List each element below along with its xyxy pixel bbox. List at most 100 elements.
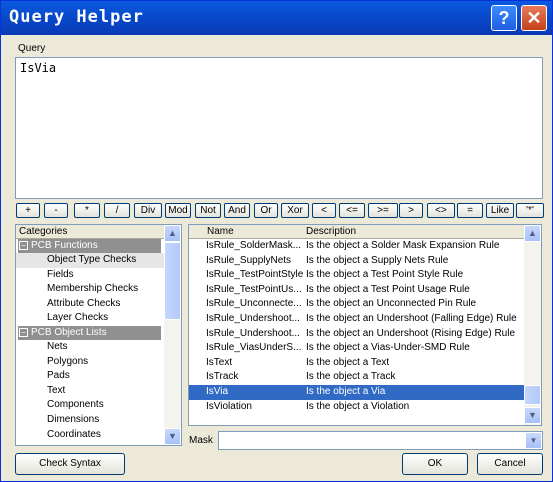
collapse-icon[interactable]: − <box>19 240 28 250</box>
category-item[interactable]: Polygons <box>16 355 181 370</box>
function-name: IsRule_TestPointUs... <box>206 283 302 295</box>
functions-list-header: Name Description <box>189 225 541 239</box>
operator-button[interactable]: >= <box>368 203 398 218</box>
function-name: IsRule_SupplyNets <box>206 254 292 266</box>
scroll-down-icon[interactable]: ▼ <box>164 428 181 445</box>
functions-list-panel: Name Description IsRule_SolderMask... Is … <box>188 224 542 426</box>
function-name: IsRule_Undershoot... <box>206 312 300 324</box>
chevron-down-icon[interactable]: ▼ <box>526 433 541 448</box>
function-description: Is the object a Test Point Style Rule <box>306 269 464 281</box>
function-description: Is the object a Text <box>306 356 390 368</box>
function-name: IsRule_Undershoot... <box>206 327 300 339</box>
category-group-label: PCB Functions <box>31 240 98 251</box>
operator-button[interactable]: Xor <box>281 203 309 218</box>
title-bar[interactable]: Query Helper ? ✕ <box>1 1 552 35</box>
operator-button[interactable]: And <box>224 203 250 218</box>
operator-button[interactable]: < <box>312 203 336 218</box>
categories-tree: − PCB Functions Object Type Checks Fields Me… <box>16 239 181 442</box>
operator-button[interactable]: = <box>457 203 483 218</box>
function-description: Is the object an Undershoot (Rising Edge… <box>306 327 516 339</box>
category-item[interactable]: Dimensions <box>16 413 181 428</box>
mask-label: Mask <box>189 435 213 446</box>
function-description: Is the object a Violation <box>306 400 410 412</box>
category-item[interactable]: Nets <box>16 340 181 355</box>
operator-button[interactable]: Or <box>254 203 278 218</box>
check-syntax-button[interactable]: Check Syntax <box>15 453 125 475</box>
function-description: Is the object a Track <box>306 371 396 383</box>
operator-button[interactable]: Mod <box>165 203 191 218</box>
function-name: IsRule_TestPointStyle <box>206 269 304 281</box>
category-item[interactable]: Coordinates <box>16 428 181 443</box>
window-title: Query Helper <box>9 7 144 27</box>
function-row[interactable]: IsRule_TestPointStyle Is the object a Tes… <box>189 268 541 283</box>
operator-button[interactable]: <> <box>427 203 455 218</box>
operator-button[interactable]: / <box>104 203 130 218</box>
categories-panel: Categories − PCB Functions Object Type Che… <box>15 224 182 446</box>
function-description: Is the object a Vias-Under-SMD Rule <box>306 342 470 354</box>
function-name: IsRule_Unconnecte... <box>206 298 302 310</box>
function-name: IsVia <box>206 385 229 397</box>
function-description: Is the object an Undershoot (Falling Edg… <box>306 312 517 324</box>
close-button[interactable]: ✕ <box>521 5 547 31</box>
function-row[interactable]: IsViolation Is the object a Violation <box>189 400 541 415</box>
function-description: Is the object a Via <box>306 385 386 397</box>
category-item[interactable]: Components <box>16 398 181 413</box>
function-name: IsTrack <box>206 371 239 383</box>
operator-button[interactable]: + <box>16 203 40 218</box>
function-description: Is the object an Unconnected Pin Rule <box>306 298 477 310</box>
category-group[interactable]: − PCB Object Lists <box>18 325 161 340</box>
function-name: IsRule_ViasUnderS... <box>206 342 302 354</box>
scroll-up-icon[interactable]: ▲ <box>164 225 181 242</box>
function-row[interactable]: IsRule_SolderMask... Is the object a Sold… <box>189 239 541 254</box>
operator-button[interactable]: Not <box>195 203 221 218</box>
category-item[interactable]: Membership Checks <box>16 282 181 297</box>
query-helper-window: Query Helper ? ✕ Query IsVia + - * / Div Mod N… <box>0 0 553 482</box>
function-row[interactable]: IsRule_SupplyNets Is the object a Supply … <box>189 254 541 269</box>
category-item[interactable]: Layer Checks <box>16 311 181 326</box>
category-item[interactable]: Text <box>16 384 181 399</box>
category-item[interactable]: Attribute Checks <box>16 297 181 312</box>
operator-button[interactable]: '*' <box>516 203 544 218</box>
function-description: Is the object a Solder Mask Expansion Ru… <box>306 240 500 251</box>
categories-header: Categories <box>16 225 181 239</box>
operator-button[interactable]: > <box>399 203 423 218</box>
function-row[interactable]: IsTrack Is the object a Track <box>189 370 541 385</box>
function-row[interactable]: IsText Is the object a Text <box>189 356 541 371</box>
help-button[interactable]: ? <box>491 5 517 31</box>
operator-button[interactable]: * <box>74 203 100 218</box>
function-row[interactable]: IsRule_Undershoot... Is the object an Und… <box>189 327 541 342</box>
function-name: IsRule_SolderMask... <box>206 240 302 251</box>
description-column-header[interactable]: Description <box>306 225 356 239</box>
category-item[interactable]: Fields <box>16 268 181 283</box>
function-name: IsText <box>206 356 233 368</box>
function-name: IsViolation <box>206 400 252 412</box>
category-group-label: PCB Object Lists <box>31 326 107 338</box>
categories-scrollbar[interactable]: ▲ ▼ <box>164 225 181 445</box>
ok-button[interactable]: OK <box>402 453 468 475</box>
mask-field[interactable]: ▼ <box>218 431 543 450</box>
cancel-button[interactable]: Cancel <box>477 453 543 475</box>
category-item[interactable]: Object Type Checks <box>16 253 181 268</box>
operator-button[interactable]: Div <box>134 203 162 218</box>
scroll-thumb[interactable] <box>524 385 541 405</box>
query-label: Query <box>18 43 46 54</box>
function-row[interactable]: IsRule_ViasUnderS... Is the object a Vias… <box>189 341 541 356</box>
category-item[interactable]: Pads <box>16 369 181 384</box>
collapse-icon[interactable]: − <box>19 327 28 337</box>
function-description: Is the object a Supply Nets Rule <box>306 254 449 266</box>
functions-list: IsRule_SolderMask... Is the object a Sold… <box>189 239 541 414</box>
scroll-up-icon[interactable]: ▲ <box>524 225 541 242</box>
operator-button[interactable]: <= <box>339 203 365 218</box>
function-row[interactable]: IsRule_TestPointUs... Is the object a Tes… <box>189 283 541 298</box>
function-row[interactable]: IsVia Is the object a Via <box>189 384 541 400</box>
function-row[interactable]: IsRule_Unconnecte... Is the object an Unc… <box>189 297 541 312</box>
operator-button[interactable]: - <box>44 203 68 218</box>
functions-scrollbar[interactable]: ▲ ▼ <box>524 225 541 425</box>
scroll-down-icon[interactable]: ▼ <box>524 407 541 424</box>
query-editor[interactable]: IsVia <box>15 57 543 199</box>
name-column-header[interactable]: Name <box>207 225 234 239</box>
scroll-thumb[interactable] <box>164 242 181 320</box>
operator-button[interactable]: Like <box>486 203 514 218</box>
function-row[interactable]: IsRule_Undershoot... Is the object an Und… <box>189 312 541 327</box>
category-group[interactable]: − PCB Functions <box>18 239 161 253</box>
